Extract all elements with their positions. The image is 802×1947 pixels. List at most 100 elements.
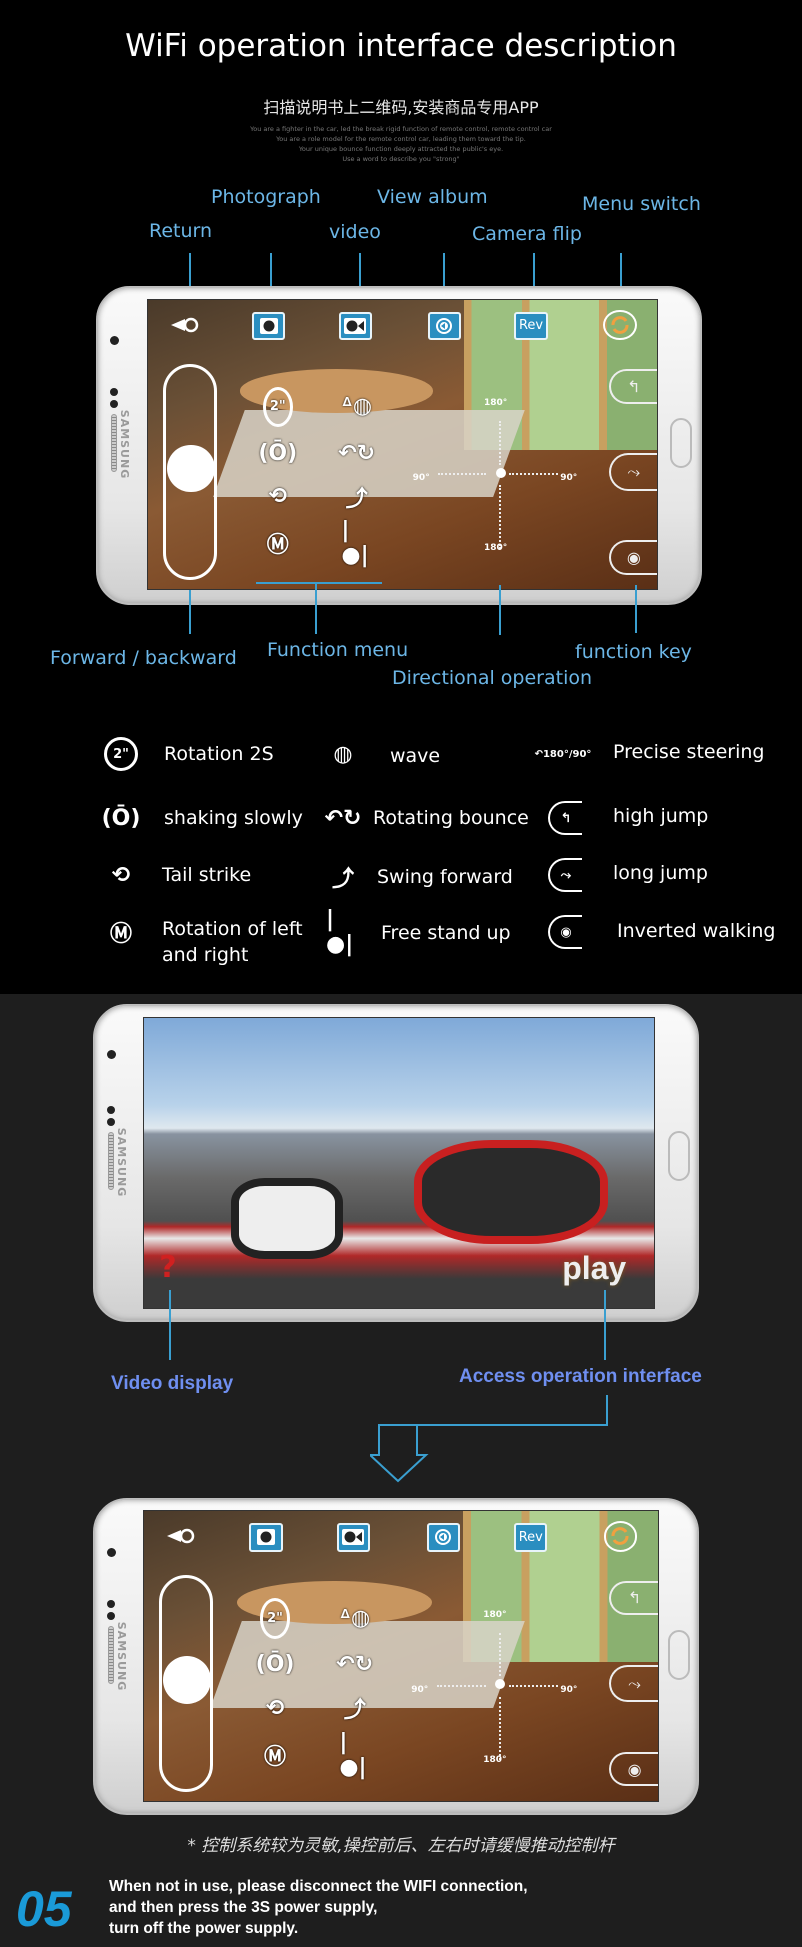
callout-access-interface: Access operation interface [459,1366,702,1387]
video-button[interactable] [338,311,372,341]
album-icon [435,1529,452,1546]
forward-backward-slider[interactable] [163,363,217,581]
swing-forward-button[interactable]: ⤴ [339,1688,370,1729]
inverted-walking-key[interactable]: ◉ [609,1751,658,1787]
front-camera [107,1548,116,1557]
legend-label: shaking slowly [164,807,303,829]
swing-forward-button[interactable]: ⤴ [341,476,372,516]
direction-handle[interactable] [495,467,506,478]
rotation-2s-button[interactable]: 2" [262,386,294,428]
tail-strike-icon: ⟲ [265,1695,285,1721]
speaker-grille [108,1626,114,1684]
direction-track-up [499,421,503,465]
tail-strike-button[interactable]: ⟲ [260,1688,291,1729]
wave-button[interactable]: ᐞ◍ [341,387,372,427]
swing-forward-icon: ⤴ [345,486,368,512]
instruction-line: and then press the 3S power supply, [109,1899,378,1916]
precise-steering-icon: ↶180°/90° [534,748,592,760]
legend-label: Free stand up [381,922,511,944]
callout-directional-operation: Directional operation [392,667,593,689]
long-jump-key[interactable]: ⤳ [608,453,657,491]
turn-90-right[interactable]: 90° [560,1685,577,1695]
direction-track-right [509,473,558,477]
front-camera [107,1050,116,1059]
turn-180-up[interactable]: 180° [483,1610,506,1620]
rotating-bounce-button[interactable]: ↶↻ [338,433,375,473]
rotation-left-right-icon: Ⓜ [266,532,289,558]
free-stand-up-button[interactable]: |●| [339,1730,370,1780]
pointer-line [189,590,191,634]
callout-video: video [329,221,381,243]
home-button[interactable] [668,1131,690,1181]
sensor [110,388,118,396]
legend-label: wave [390,745,441,767]
camera-flip-button[interactable]: Rev [514,311,548,341]
inverted-walking-key[interactable]: ◉ [608,539,657,575]
sensor [107,1600,115,1608]
high-jump-key[interactable]: ↰ [609,1580,658,1616]
turn-90-left[interactable]: 90° [413,473,430,483]
pointer-line [499,585,501,635]
turn-90-left[interactable]: 90° [411,1685,428,1695]
home-button[interactable] [668,1630,690,1680]
camera-icon [257,1529,276,1546]
free-stand-up-button[interactable]: |●| [341,518,372,568]
shaking-slowly-button[interactable]: (Ō) [256,1644,295,1685]
function-menu-bracket [256,582,382,584]
long-jump-icon: ⤳ [548,858,582,892]
shaking-slowly-icon: (Ō) [258,440,298,466]
photograph-button[interactable] [252,311,286,341]
slider-knob[interactable] [163,1656,212,1705]
sensor [107,1118,115,1126]
swing-forward-icon: ⤴ [343,1698,366,1724]
rotation-left-right-button[interactable]: Ⓜ [260,1734,291,1775]
return-icon [170,317,198,332]
home-button[interactable] [670,418,692,468]
shaking-slowly-icon: (Ō) [101,805,141,831]
menu-switch-button[interactable] [603,310,637,341]
rotation-2s-button[interactable]: 2" [259,1598,291,1639]
high-jump-key[interactable]: ↰ [608,369,657,405]
white-robot-car [230,1177,343,1259]
callout-photograph: Photograph [211,186,321,208]
turn-180-down[interactable]: 180° [484,543,507,553]
help-icon[interactable]: ? [159,1250,176,1285]
rotating-bounce-button[interactable]: ↶↻ [336,1644,373,1685]
return-button[interactable] [168,312,199,338]
swing-forward-icon: ⤴ [331,867,354,892]
photograph-button[interactable] [249,1522,283,1552]
view-album-button[interactable] [426,1522,461,1552]
wave-icon: ᐞ◍ [341,394,373,420]
sensitivity-note: * 控制系统较为灵敏,操控前后、左右时请缓慢推动控制杆 [187,1836,615,1856]
long-jump-icon: ⤳ [628,1673,641,1693]
long-jump-key[interactable]: ⤳ [609,1664,658,1703]
view-album-button[interactable] [427,311,462,341]
sensor [107,1612,115,1620]
page-title: WiFi operation interface description [125,28,677,64]
direction-handle[interactable] [495,1679,506,1690]
shaking-slowly-button[interactable]: (Ō) [258,433,297,473]
turn-180-down[interactable]: 180° [483,1755,506,1765]
high-jump-icon: ↰ [627,1588,642,1608]
free-stand-up-icon: |●| [339,1729,367,1780]
return-button[interactable] [165,1523,196,1549]
legend-label: high jump [613,805,709,827]
play-button[interactable]: play [562,1250,626,1287]
high-jump-icon: ↰ [627,377,641,397]
forward-backward-slider[interactable] [159,1574,214,1793]
tail-strike-icon: ⟲ [111,862,131,888]
camera-flip-button[interactable]: Rev [514,1522,548,1552]
turn-180-up[interactable]: 180° [484,398,507,408]
rotation-left-right-button[interactable]: Ⓜ [263,523,294,563]
rotation-left-right-icon: Ⓜ [264,1744,287,1770]
tail-strike-button[interactable]: ⟲ [263,476,294,516]
video-button[interactable] [336,1522,371,1552]
slider-knob[interactable] [167,444,215,492]
wave-button[interactable]: ᐞ◍ [339,1598,370,1639]
menu-switch-button[interactable] [603,1521,638,1552]
turn-90-right[interactable]: 90° [560,473,577,483]
callout-return: Return [149,220,213,242]
speaker-grille [108,1132,114,1190]
video-camera-icon [344,317,367,334]
video-display-screen: ? play [143,1017,655,1309]
